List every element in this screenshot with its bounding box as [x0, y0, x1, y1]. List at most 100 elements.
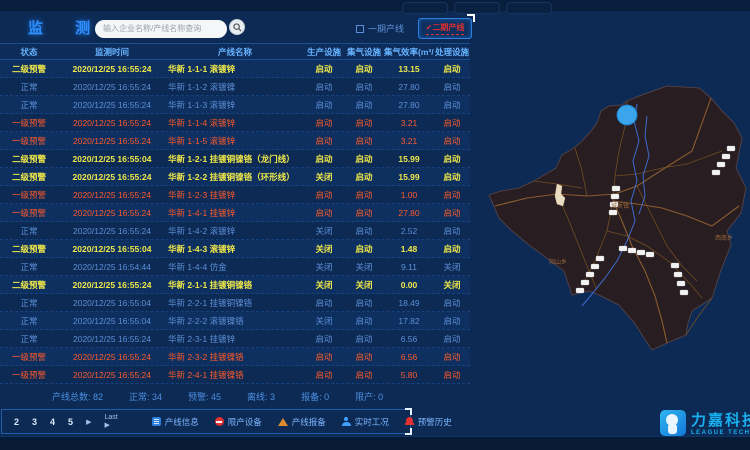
cell-time: 2020/12/25 16:55:24: [58, 100, 166, 110]
phase1-label: 一期产线: [368, 22, 404, 35]
cell-gas: 启动: [344, 333, 384, 345]
table-row[interactable]: 二级预警2020/12/25 16:55:04华新 1-4-3 滚镀锌关闭启动1…: [0, 240, 470, 258]
search-input[interactable]: [95, 20, 227, 38]
cell-status: 一级预警: [0, 351, 58, 363]
page-button-2[interactable]: 2: [14, 417, 19, 427]
cell-gas: 启动: [344, 171, 384, 183]
cell-time: 2020/12/25 16:55:24: [58, 190, 166, 200]
enterprise-marker[interactable]: [722, 154, 730, 159]
line-report-button[interactable]: 产线报备: [278, 416, 326, 428]
enterprise-marker[interactable]: [637, 250, 645, 255]
cell-line: 华新 1-2-2 挂镀铜镍铬（环形线）: [166, 171, 304, 183]
table-row[interactable]: 二级预警2020/12/25 16:55:24华新 2-1-1 挂镀铜镍铬关闭关…: [0, 276, 470, 294]
corner-bracket-icon: [467, 14, 475, 22]
enterprise-marker[interactable]: [596, 256, 604, 261]
enterprise-marker[interactable]: [628, 248, 636, 253]
region-map[interactable]: 阳山乡西南乡城关镇: [487, 56, 749, 392]
col-treat: 处理设施: [434, 46, 470, 58]
cell-time: 2020/12/25 16:55:04: [58, 298, 166, 308]
table-row[interactable]: 二级预警2020/12/25 16:55:04华新 1-2-1 挂镀铜镍铬（龙门…: [0, 150, 470, 168]
table-row[interactable]: 正常2020/12/25 16:55:24华新 1-1-3 滚镀锌启动启动27.…: [0, 96, 470, 114]
info-icon: [152, 417, 161, 426]
enterprise-marker[interactable]: [677, 281, 685, 286]
page-title: 监 测: [28, 17, 104, 38]
line-info-label: 产线信息: [165, 416, 199, 428]
table-row[interactable]: 一级预警2020/12/25 16:55:24华新 2-4-1 挂镀镍铬启动启动…: [0, 366, 470, 384]
table-row[interactable]: 一级预警2020/12/25 16:55:24华新 1-1-4 滚镀锌启动启动3…: [0, 114, 470, 132]
enterprise-marker[interactable]: [581, 280, 589, 285]
next-page-button[interactable]: ▶: [86, 418, 91, 426]
table-row[interactable]: 正常2020/12/25 16:55:04华新 2-2-2 滚镀镍铬关闭启动17…: [0, 312, 470, 330]
table-row[interactable]: 一级预警2020/12/25 16:55:24华新 1-1-5 滚镀锌启动启动3…: [0, 132, 470, 150]
cell-eff: 3.21: [384, 118, 434, 128]
map-cluster-bubble[interactable]: [617, 105, 637, 125]
alarm-history-button[interactable]: 预警历史: [405, 416, 452, 428]
enterprise-marker[interactable]: [609, 210, 617, 215]
cell-gas: 启动: [344, 63, 384, 75]
cell-time: 2020/12/25 16:55:24: [58, 226, 166, 236]
table-row[interactable]: 一级预警2020/12/25 16:55:24华新 2-3-2 挂镀镍铬启动启动…: [0, 348, 470, 366]
enterprise-marker[interactable]: [591, 264, 599, 269]
enterprise-marker[interactable]: [619, 246, 627, 251]
cell-eff: 15.99: [384, 172, 434, 182]
search-button[interactable]: [229, 19, 245, 35]
line-info-button[interactable]: 产线信息: [152, 416, 199, 428]
cell-eff: 9.11: [384, 262, 434, 272]
table-row[interactable]: 正常2020/12/25 16:55:24华新 2-3-1 挂镀锌启动启动6.5…: [0, 330, 470, 348]
alarm-history-label: 预警历史: [418, 416, 452, 428]
last-page-button[interactable]: Last ▶: [104, 414, 117, 429]
summary-产线总数: 产线总数: 82: [52, 390, 103, 403]
phase2-label: 二期产线: [432, 23, 464, 32]
summary-离线: 离线: 3: [247, 390, 275, 403]
page-button-5[interactable]: 5: [68, 417, 73, 427]
col-eff: 集气效率(m³/s): [384, 46, 434, 58]
realtime-status-button[interactable]: 实时工况: [342, 416, 389, 428]
phase2-toggle-button[interactable]: ✔二期产线: [418, 18, 472, 39]
cell-prod: 关闭: [304, 315, 344, 327]
cell-treat: 启动: [434, 171, 470, 183]
enterprise-marker[interactable]: [712, 170, 720, 175]
table-row[interactable]: 正常2020/12/25 16:55:04华新 2-2-1 挂镀铜镍铬启动启动1…: [0, 294, 470, 312]
logo-name: 力嘉科技: [691, 409, 750, 430]
cell-treat: 启动: [434, 351, 470, 363]
cell-line: 华新 1-1-5 滚镀锌: [166, 135, 304, 147]
table-row[interactable]: 正常2020/12/25 16:55:24华新 1-1-2 滚镀镍启动启动27.…: [0, 78, 470, 96]
page-button-3[interactable]: 3: [32, 417, 37, 427]
cell-time: 2020/12/25 16:55:24: [58, 370, 166, 380]
enterprise-marker[interactable]: [612, 186, 620, 191]
realtime-status-label: 实时工况: [355, 416, 389, 428]
phase1-checkbox[interactable]: 一期产线: [356, 22, 404, 35]
cell-time: 2020/12/25 16:55:24: [58, 136, 166, 146]
enterprise-marker[interactable]: [727, 146, 735, 151]
map-region-shape: [489, 86, 746, 350]
cell-treat: 启动: [434, 297, 470, 309]
enterprise-marker[interactable]: [586, 272, 594, 277]
enterprise-marker[interactable]: [674, 272, 682, 277]
summary-正常: 正常: 34: [129, 390, 162, 403]
table-row[interactable]: 正常2020/12/25 16:55:24华新 1-4-2 滚镀锌关闭启动2.5…: [0, 222, 470, 240]
col-prod: 生产设施: [304, 46, 344, 58]
cell-gas: 启动: [344, 351, 384, 363]
enterprise-marker[interactable]: [680, 290, 688, 295]
table-row[interactable]: 二级预警2020/12/25 16:55:24华新 1-2-2 挂镀铜镍铬（环形…: [0, 168, 470, 186]
cell-status: 二级预警: [0, 153, 58, 165]
enterprise-marker[interactable]: [717, 162, 725, 167]
corner-bracket-icon: [405, 428, 412, 435]
table-row[interactable]: 正常2020/12/25 16:54:44华新 1-4-4 仿金关闭关闭9.11…: [0, 258, 470, 276]
enterprise-marker[interactable]: [671, 263, 679, 268]
cell-prod: 启动: [304, 117, 344, 129]
cell-line: 华新 1-2-1 挂镀铜镍铬（龙门线）: [166, 153, 304, 165]
enterprise-marker[interactable]: [611, 194, 619, 199]
table-row[interactable]: 二级预警2020/12/25 16:55:24华新 1-1-1 滚镀锌启动启动1…: [0, 60, 470, 78]
enterprise-marker[interactable]: [576, 288, 584, 293]
cell-treat: 启动: [434, 99, 470, 111]
page-button-4[interactable]: 4: [50, 417, 55, 427]
cell-status: 正常: [0, 81, 58, 93]
restricted-device-button[interactable]: 限产设备: [215, 416, 262, 428]
table-row[interactable]: 一级预警2020/12/25 16:55:24华新 1-2-3 挂镀锌启动启动1…: [0, 186, 470, 204]
enterprise-marker[interactable]: [646, 252, 654, 257]
cell-time: 2020/12/25 16:55:24: [58, 64, 166, 74]
cell-gas: 启动: [344, 189, 384, 201]
brand-logo: 力嘉科技 LEAGUE TECH: [660, 409, 750, 436]
table-row[interactable]: 一级预警2020/12/25 16:55:24华新 1-4-1 挂镀锌启动启动2…: [0, 204, 470, 222]
